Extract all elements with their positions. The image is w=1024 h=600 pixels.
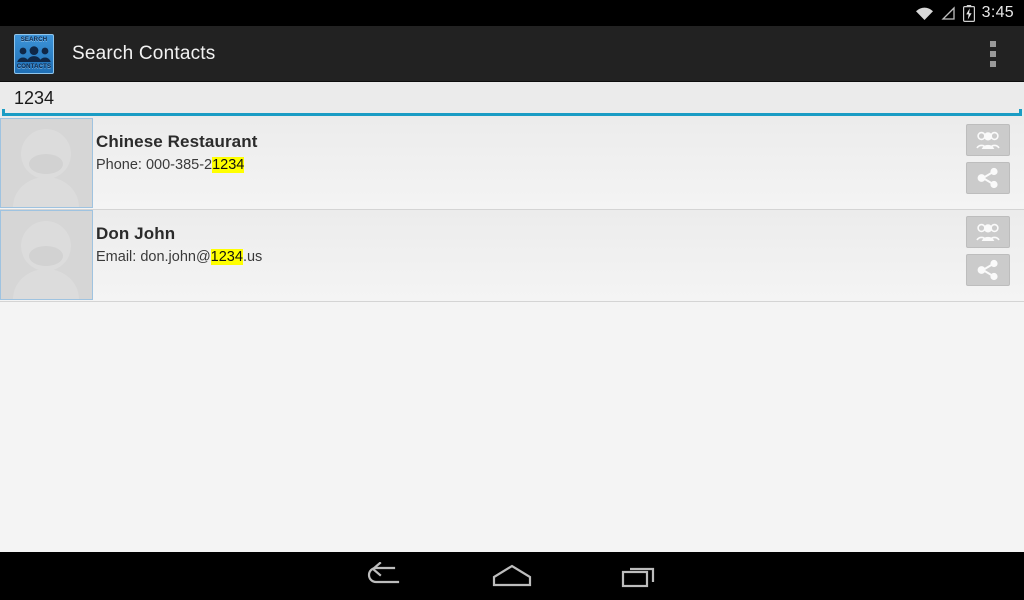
page-title: Search Contacts (72, 42, 216, 64)
android-screen: 3:45 SEARCH CONTACTS Search Contacts 123… (0, 0, 1024, 600)
view-contact-button[interactable] (966, 216, 1010, 248)
search-field-underline (2, 109, 1022, 116)
avatar[interactable] (0, 118, 93, 208)
signal-icon (941, 5, 956, 21)
row-actions (958, 118, 1018, 194)
search-bar (0, 82, 1024, 118)
table-row[interactable]: Chinese Restaurant Phone: 000-385-21234 (0, 118, 1024, 210)
status-time: 3:45 (981, 4, 1014, 21)
recents-icon[interactable] (576, 552, 704, 600)
search-match-highlight: 1234 (212, 157, 245, 173)
status-bar: 3:45 (0, 0, 1024, 26)
contact-detail: Email: don.john@1234.us (96, 248, 958, 267)
share-contact-button[interactable] (966, 162, 1010, 194)
overflow-dot (990, 60, 996, 67)
search-match-highlight: 1234 (210, 249, 243, 265)
app-icon-bottom-label: CONTACTS (16, 63, 52, 70)
detail-suffix: .us (242, 249, 263, 265)
avatar[interactable] (0, 210, 93, 300)
overflow-menu-icon[interactable] (980, 34, 1006, 74)
navigation-bar (0, 552, 1024, 600)
contact-name: Don John (96, 224, 176, 243)
view-contact-button[interactable] (966, 124, 1010, 156)
app-icon-top-label: SEARCH (20, 36, 48, 43)
action-bar: SEARCH CONTACTS Search Contacts (0, 26, 1024, 82)
detail-prefix: Phone: 000-385-2 (96, 157, 213, 173)
overflow-dot (990, 40, 996, 47)
share-contact-button[interactable] (966, 254, 1010, 286)
contacts-list: Chinese Restaurant Phone: 000-385-21234 (0, 118, 1024, 302)
wifi-icon (915, 6, 934, 21)
search-contacts-app-icon[interactable]: SEARCH CONTACTS (14, 33, 54, 74)
detail-prefix: Email: don.john@ (96, 249, 211, 265)
contact-detail: Phone: 000-385-21234 (96, 156, 958, 175)
table-row[interactable]: Don John Email: don.john@1234.us (0, 210, 1024, 302)
row-actions (958, 210, 1018, 286)
contact-info: Don John Email: don.john@1234.us (96, 210, 958, 267)
home-icon[interactable] (448, 552, 576, 600)
contact-info: Chinese Restaurant Phone: 000-385-21234 (96, 118, 958, 175)
overflow-dot (990, 50, 996, 57)
contact-name: Chinese Restaurant (96, 132, 258, 151)
back-icon[interactable] (320, 552, 448, 600)
search-input[interactable] (14, 83, 1004, 113)
people-group-icon (16, 45, 52, 62)
battery-charging-icon (962, 4, 975, 22)
